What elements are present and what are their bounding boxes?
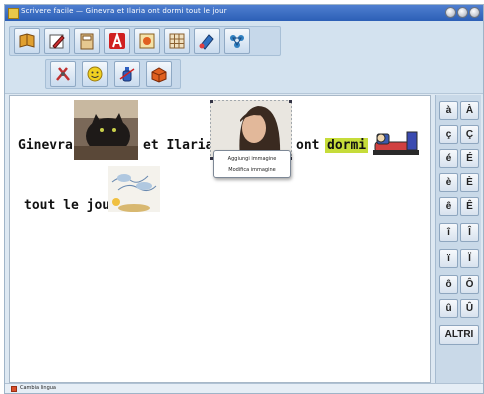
paint-button[interactable] — [194, 28, 220, 54]
altri-button[interactable]: ALTRI — [439, 325, 479, 345]
word-et-ilaria[interactable]: et Ilaria — [143, 138, 213, 153]
sky-drawing[interactable] — [108, 166, 160, 212]
book-icon — [19, 33, 35, 48]
context-menu: Aggiungi immagine Modifica immagine — [213, 150, 291, 178]
minimize-icon[interactable] — [445, 7, 456, 18]
context-item-add-image[interactable]: Aggiungi immagine — [214, 156, 290, 162]
app-window: Scrivere facile — Ginevra et Ilaria ont … — [4, 4, 484, 394]
key-e-acute-upper[interactable]: É — [460, 149, 479, 168]
pencil-button[interactable] — [44, 28, 70, 54]
toolbar-row-1 — [9, 26, 281, 56]
status-bar: Cambia lingua — [5, 383, 483, 393]
flag-icon[interactable] — [11, 386, 17, 392]
key-i-diaeresis-upper[interactable]: Ï — [460, 249, 479, 268]
network-button[interactable] — [224, 28, 250, 54]
notebook-icon — [80, 33, 94, 50]
window-title: Scrivere facile — Ginevra et Ilaria ont … — [21, 7, 227, 15]
key-a-grave-upper[interactable]: À — [460, 101, 479, 120]
key-u-circumflex-upper[interactable]: Û — [460, 299, 479, 318]
grid-button[interactable] — [164, 28, 190, 54]
key-c-cedilla-lower[interactable]: ç — [439, 125, 458, 144]
key-a-grave-lower[interactable]: à — [439, 101, 458, 120]
word-ginevra[interactable]: Ginevra — [18, 138, 73, 153]
key-e-grave-upper[interactable]: È — [460, 173, 479, 192]
accent-keypad: à À ç Ç é É è È ê Ê î Î ï Ï ô Ô û Û ALTR… — [435, 95, 481, 385]
notebook-button[interactable] — [74, 28, 100, 54]
picture-icon — [139, 33, 155, 49]
word-tout-le-jour[interactable]: tout le jour — [24, 198, 118, 213]
toolbar-row-2 — [45, 59, 181, 89]
key-e-circumflex-upper[interactable]: Ê — [460, 197, 479, 216]
sleeping-figure[interactable] — [371, 128, 423, 160]
box-icon — [151, 67, 167, 83]
key-o-circumflex-upper[interactable]: Ô — [460, 275, 479, 294]
paint-icon — [199, 34, 214, 50]
smiley-button[interactable] — [82, 61, 108, 87]
key-e-circumflex-lower[interactable]: ê — [439, 197, 458, 216]
key-u-circumflex-lower[interactable]: û — [439, 299, 458, 318]
key-e-acute-lower[interactable]: é — [439, 149, 458, 168]
close-icon[interactable] — [469, 7, 480, 18]
grid-icon — [169, 33, 185, 49]
picture-button[interactable] — [134, 28, 160, 54]
word-ont[interactable]: ont — [296, 138, 319, 153]
book-button[interactable] — [14, 28, 40, 54]
context-item-edit-image[interactable]: Modifica immagine — [214, 167, 290, 173]
document-editor[interactable]: Ginevra et Ilaria Aggiungi immagine Modi… — [9, 95, 431, 383]
title-bar: Scrivere facile — Ginevra et Ilaria ont … — [5, 5, 483, 21]
key-i-circumflex-lower[interactable]: î — [439, 223, 458, 242]
change-language-link[interactable]: Cambia lingua — [20, 385, 56, 391]
key-c-cedilla-upper[interactable]: Ç — [460, 125, 479, 144]
key-e-grave-lower[interactable]: è — [439, 173, 458, 192]
letter-a-icon — [109, 31, 125, 49]
text-a-button[interactable] — [104, 28, 130, 54]
word-dormi[interactable]: dormi — [325, 138, 369, 153]
tools-button[interactable] — [50, 61, 76, 87]
cat-photo[interactable] — [74, 100, 138, 160]
bottle-button[interactable] — [114, 61, 140, 87]
box-button[interactable] — [146, 61, 172, 87]
network-icon — [230, 35, 244, 48]
key-o-circumflex-lower[interactable]: ô — [439, 275, 458, 294]
app-icon — [8, 8, 19, 19]
toolbar — [5, 21, 483, 94]
key-i-diaeresis-lower[interactable]: ï — [439, 249, 458, 268]
tools-icon — [56, 67, 70, 81]
pencil-icon — [49, 34, 65, 49]
bottle-icon — [119, 67, 135, 82]
maximize-icon[interactable] — [457, 7, 468, 18]
smiley-icon — [87, 66, 103, 82]
key-i-circumflex-upper[interactable]: Î — [460, 223, 479, 242]
